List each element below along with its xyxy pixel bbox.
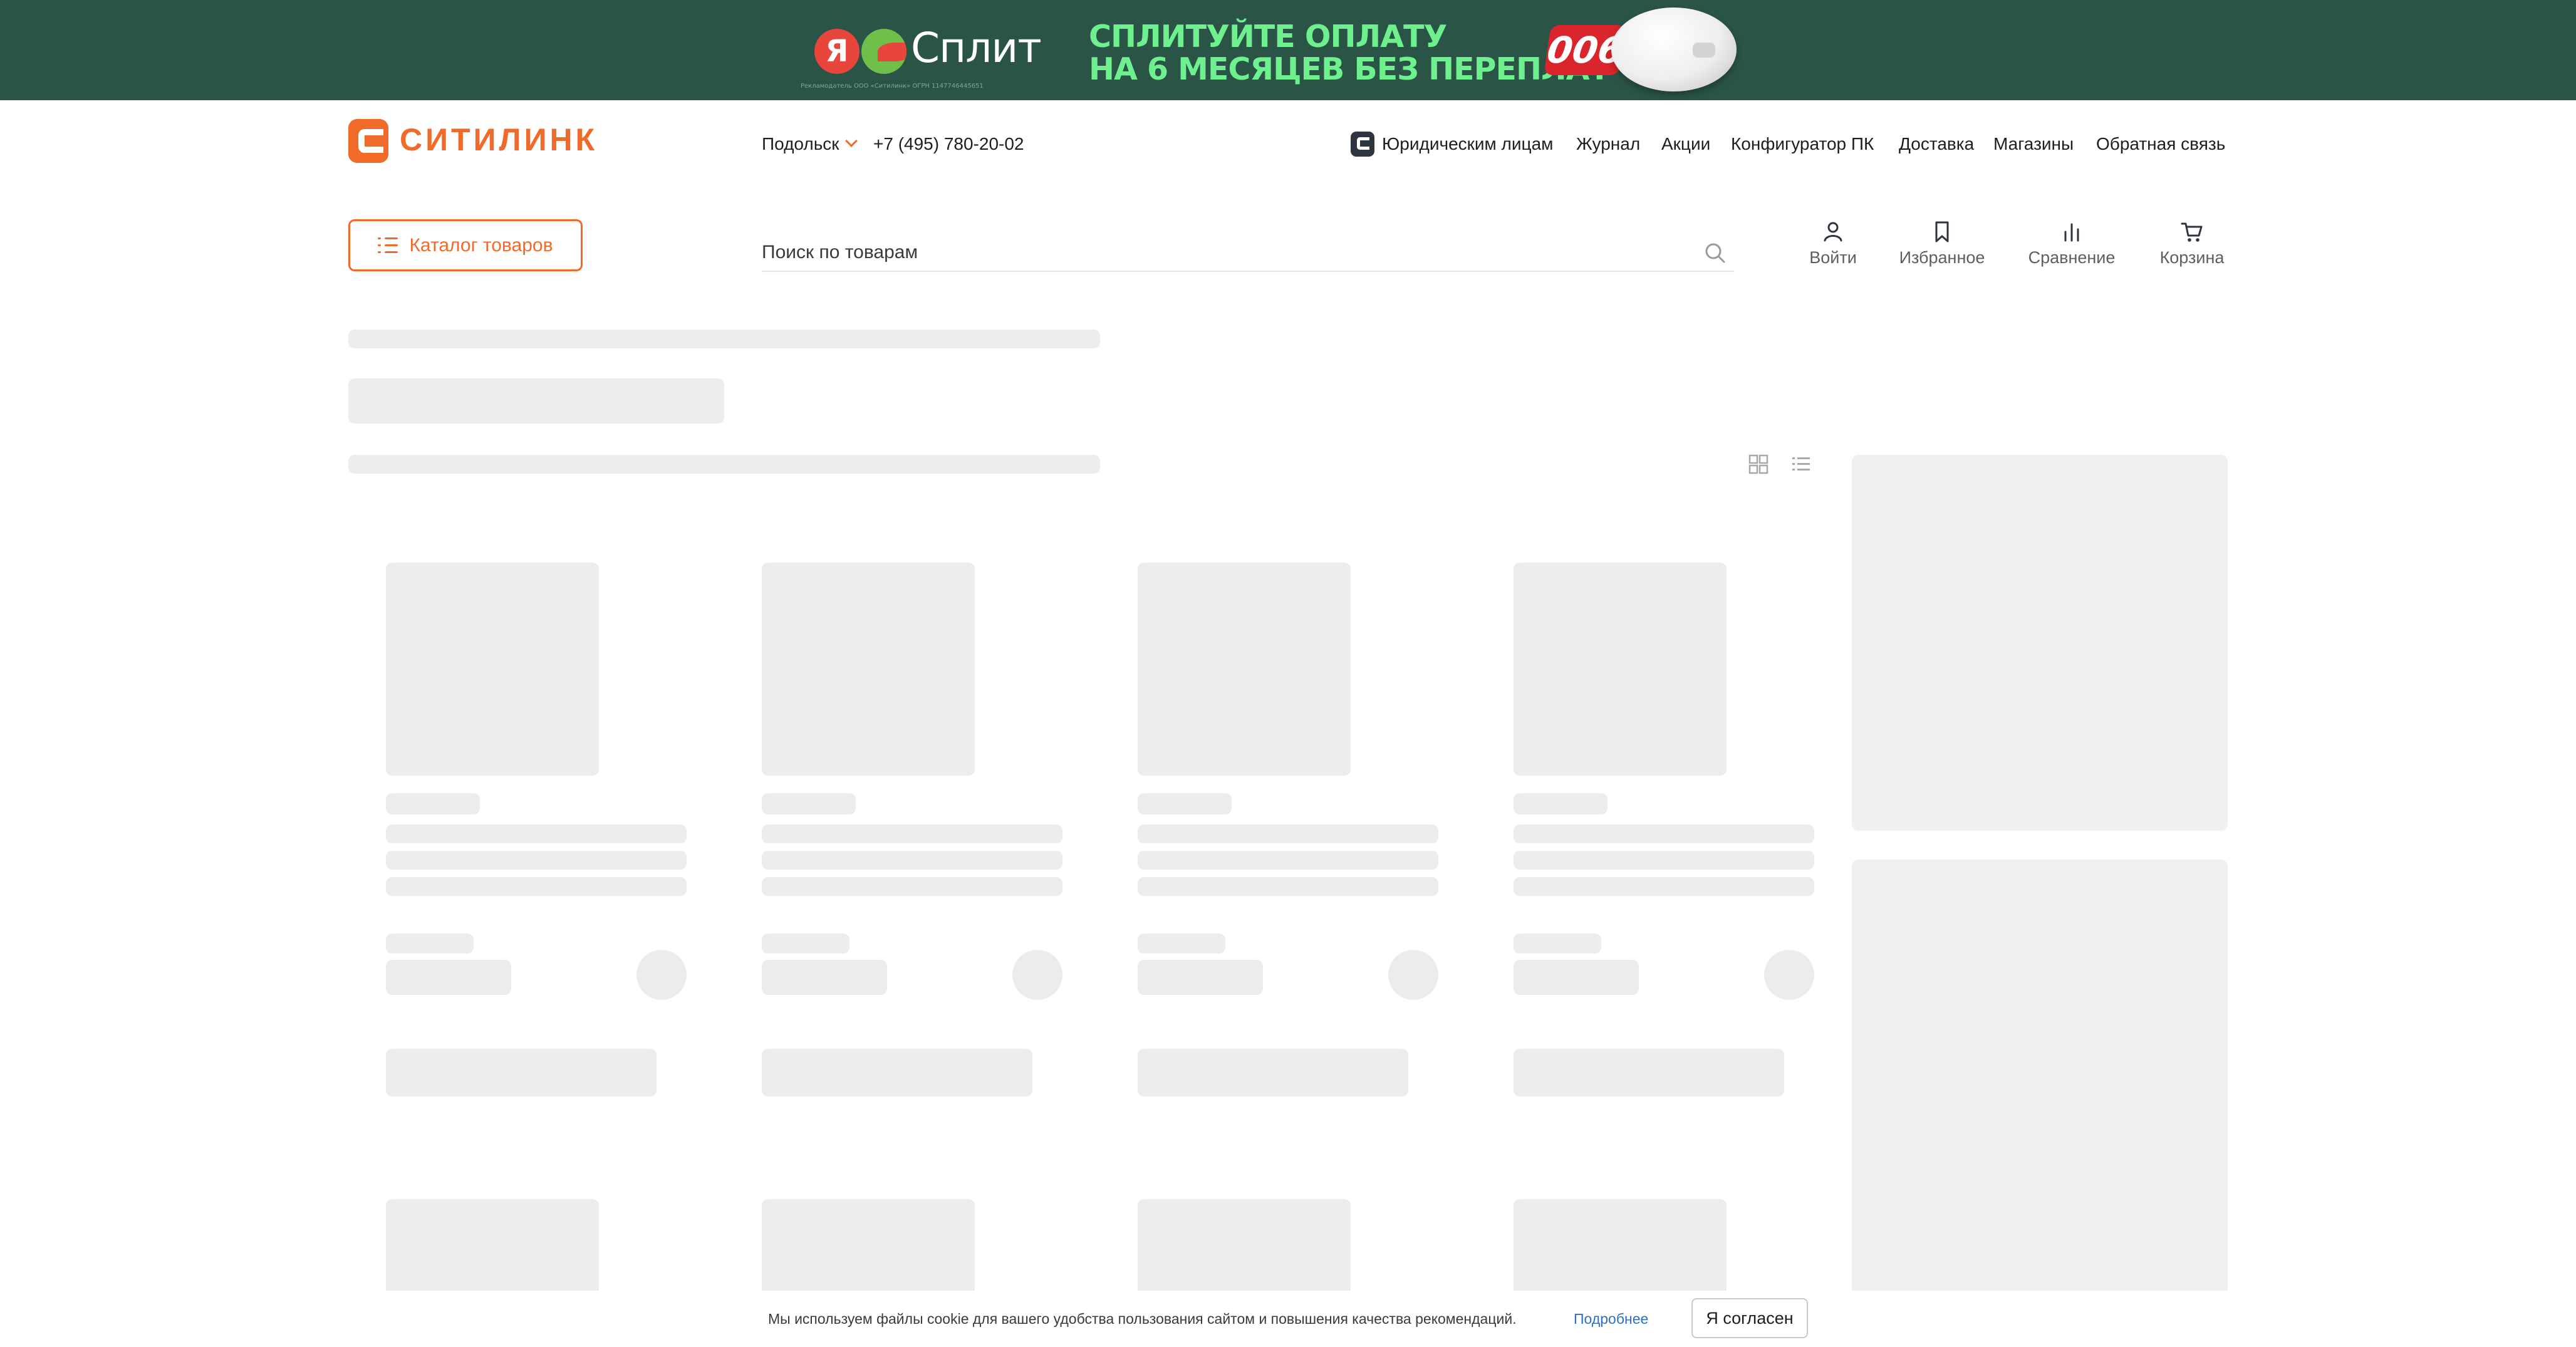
cart-button-placeholder xyxy=(1012,950,1062,1000)
compare-button[interactable]: Сравнение xyxy=(2023,219,2120,268)
old-price-placeholder xyxy=(1138,934,1225,954)
old-price-placeholder xyxy=(386,934,474,954)
compare-label: Сравнение xyxy=(2028,248,2116,267)
promo-banner[interactable]: Я Сплит Рекламодатель ООО «Ситилинк» ОГР… xyxy=(0,0,2576,100)
business-icon xyxy=(1351,132,1374,157)
nav-business[interactable]: Юридическим лицам xyxy=(1382,134,1553,154)
search-icon[interactable] xyxy=(1703,241,1728,266)
product-image-placeholder xyxy=(762,563,975,776)
product-image-placeholder xyxy=(1138,563,1351,776)
product-title-placeholder xyxy=(1138,824,1438,843)
chevron-down-icon[interactable] xyxy=(845,135,858,147)
list-icon xyxy=(378,237,398,254)
catalog-button-label: Каталог товаров xyxy=(409,234,553,256)
product-image-placeholder xyxy=(762,1199,975,1291)
search-bar xyxy=(762,237,1734,272)
chart-bars-icon xyxy=(2064,223,2079,242)
product-title-placeholder xyxy=(762,824,1062,843)
product-title-placeholder xyxy=(1138,851,1438,870)
cookie-accept-button[interactable]: Я согласен xyxy=(1691,1298,1808,1338)
favorites-button[interactable]: Избранное xyxy=(1894,219,1990,268)
buy-button-placeholder xyxy=(1138,1049,1408,1096)
cookie-more-link[interactable]: Подробнее xyxy=(1574,1311,1648,1328)
product-badge-placeholder xyxy=(762,793,856,814)
citilink-logo-icon[interactable] xyxy=(348,119,388,163)
product-image-placeholder xyxy=(1138,1199,1351,1291)
nav-journal[interactable]: Журнал xyxy=(1576,134,1640,154)
price-placeholder xyxy=(762,960,887,995)
split-leaf-icon xyxy=(861,29,906,74)
product-title-placeholder xyxy=(1514,851,1814,870)
cart-icon xyxy=(2181,222,2203,242)
login-label: Войти xyxy=(1809,248,1857,267)
filter-bar-placeholder xyxy=(348,455,1100,474)
grid-view-icon[interactable] xyxy=(1748,454,1769,475)
cookie-notice-text: Мы используем файлы cookie для вашего уд… xyxy=(768,1311,1517,1327)
banner-headline-1: СПЛИТУЙТЕ ОПЛАТУ xyxy=(1089,19,1447,55)
product-image-placeholder xyxy=(1514,563,1727,776)
nav-pc-configurator[interactable]: Конфигуратор ПК xyxy=(1731,134,1874,154)
catalog-button[interactable]: Каталог товаров xyxy=(348,219,583,271)
buy-button-placeholder xyxy=(1514,1049,1784,1096)
old-price-placeholder xyxy=(762,934,849,954)
search-input[interactable] xyxy=(762,237,1689,268)
product-badge-placeholder xyxy=(1138,793,1232,814)
yandex-logo-icon: Я xyxy=(814,29,860,74)
login-button[interactable]: Войти xyxy=(1804,219,1862,268)
product-title-placeholder xyxy=(1514,824,1814,843)
nav-stores[interactable]: Магазины xyxy=(1993,134,2074,154)
product-badge-placeholder xyxy=(386,793,480,814)
product-title-placeholder xyxy=(762,877,1062,896)
bookmark-icon xyxy=(1935,221,1949,242)
cart-button[interactable]: Корзина xyxy=(2155,219,2229,268)
list-view-icon[interactable] xyxy=(1790,454,1812,475)
phone-number[interactable]: +7 (495) 780-20-02 xyxy=(873,134,1024,154)
buy-button-placeholder xyxy=(762,1049,1032,1096)
product-title-placeholder xyxy=(386,824,687,843)
sidebar-ad-placeholder xyxy=(1852,455,2228,831)
split-brand: Сплит xyxy=(911,24,1042,72)
cart-button-placeholder xyxy=(636,950,687,1000)
sidebar-ad-placeholder xyxy=(1852,860,2228,1291)
user-icon xyxy=(1824,222,1842,242)
product-title-placeholder xyxy=(386,851,687,870)
breadcrumb-placeholder xyxy=(348,330,1100,348)
product-badge-placeholder xyxy=(1514,793,1607,814)
product-image-placeholder xyxy=(386,563,599,776)
cart-button-placeholder xyxy=(1388,950,1438,1000)
cart-label: Корзина xyxy=(2159,248,2225,267)
price-placeholder xyxy=(1138,960,1263,995)
banner-headline-2: НА 6 МЕСЯЦЕВ БЕЗ ПЕРЕПЛАТ xyxy=(1089,51,1610,87)
product-title-placeholder xyxy=(386,877,687,896)
nav-feedback[interactable]: Обратная связь xyxy=(2096,134,2225,154)
nav-promos[interactable]: Акции xyxy=(1661,134,1710,154)
product-title-placeholder xyxy=(762,851,1062,870)
old-price-placeholder xyxy=(1514,934,1601,954)
product-image-placeholder xyxy=(1514,1199,1727,1291)
banner-fine-print: Рекламодатель ООО «Ситилинк» ОГРН 114774… xyxy=(801,83,984,90)
city-selector[interactable]: Подольск xyxy=(762,134,839,154)
page-title-placeholder xyxy=(348,378,724,424)
citilink-logo-text[interactable]: СИТИЛИНК xyxy=(400,122,598,158)
price-placeholder xyxy=(386,960,511,995)
cart-button-placeholder xyxy=(1764,950,1814,1000)
product-title-placeholder xyxy=(1514,877,1814,896)
robot-vacuum-image xyxy=(1611,8,1737,91)
favorites-label: Избранное xyxy=(1899,248,1985,267)
product-title-placeholder xyxy=(1138,877,1438,896)
price-placeholder xyxy=(1514,960,1639,995)
nav-delivery[interactable]: Доставка xyxy=(1899,134,1974,154)
product-image-placeholder xyxy=(386,1199,599,1291)
buy-button-placeholder xyxy=(386,1049,657,1096)
